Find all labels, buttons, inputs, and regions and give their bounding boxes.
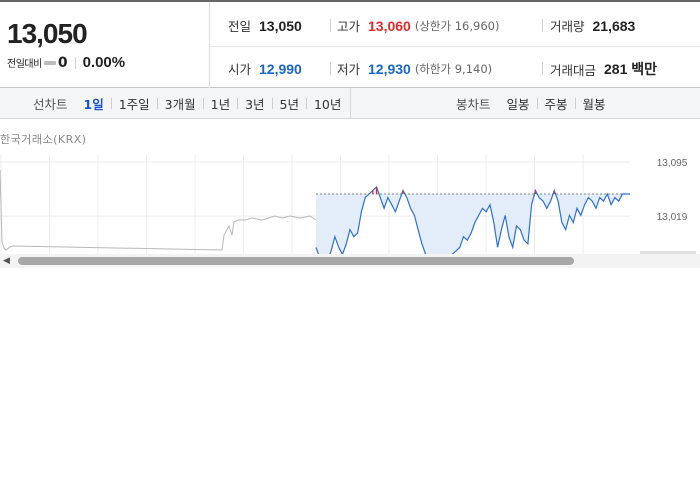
prev-close-label: 전일 — [228, 19, 252, 34]
divider — [74, 56, 76, 69]
quote-info-grid: 전일 13,050 고가 13,060 (상한가 16,960) 거래량 21,… — [210, 2, 700, 88]
open-label: 시가 — [228, 62, 252, 77]
price-chart-svg: 13,095 13,019 — [0, 155, 696, 254]
candle-chart-tab-3[interactable]: 월봉 — [579, 94, 610, 113]
change-percent: 0.00% — [82, 54, 126, 71]
line-chart-tab-2[interactable]: 1주일 — [115, 94, 154, 113]
line-chart-tab-1[interactable]: 1일 — [80, 94, 108, 113]
line-chart-tab-3[interactable]: 3개월 — [161, 94, 200, 113]
divider — [330, 62, 331, 75]
open-value: 12,990 — [259, 60, 302, 77]
tab-group-divider — [350, 88, 351, 118]
volume-value: 21,683 — [592, 17, 636, 34]
y-tick-label: 13,019 — [657, 212, 688, 223]
high-value: 13,060 — [368, 17, 411, 34]
change-amount: 0 — [57, 54, 68, 71]
upper-limit: (상한가 16,960) — [414, 18, 500, 33]
lower-limit: (하한가 9,140) — [414, 61, 493, 76]
y-tick-label: 13,095 — [657, 158, 688, 169]
price-chart: 13,095 13,019 — [0, 150, 700, 254]
tab-divider — [237, 97, 239, 109]
day-high: 고가 13,060 (상한가 16,960) — [337, 16, 499, 35]
line-chart-tab-5[interactable]: 3년 — [241, 94, 268, 113]
line-chart-tab-7[interactable]: 10년 — [310, 94, 345, 113]
prev-close: 전일 13,050 — [228, 16, 302, 35]
tab-divider — [536, 97, 538, 109]
candle-chart-tabs: 봉차트 일봉 주봉 월봉 — [456, 88, 610, 118]
chart-source: 한국거래소(KRX) — [0, 133, 87, 146]
trade-amount: 거래대금 281 백만 — [550, 59, 657, 79]
divider — [542, 62, 543, 75]
change-row: 전일대비 0 0.00% — [7, 54, 125, 71]
chart-tabs-bar: 선차트 1일 1주일 3개월 1년 3년 5년 10년 봉차트 일봉 주봉 월봉 — [0, 88, 700, 119]
chart-scrollbar[interactable]: ◀ — [0, 254, 700, 268]
tab-divider — [574, 97, 576, 109]
tab-divider — [110, 97, 112, 109]
tab-divider — [202, 97, 204, 109]
tab-divider — [305, 97, 307, 109]
pre-market-line — [0, 169, 317, 251]
flat-change-icon — [43, 60, 56, 65]
divider — [330, 19, 331, 32]
line-chart-label: 선차트 — [33, 96, 68, 112]
amount-label: 거래대금 — [550, 62, 597, 78]
row-divider — [210, 46, 700, 47]
volume: 거래량 21,683 — [550, 16, 635, 35]
tab-divider — [271, 97, 273, 109]
candle-chart-label: 봉차트 — [456, 96, 491, 112]
quote-header: 13,050 전일대비 0 0.00% 전일 13,050 고가 13,060 … — [0, 0, 700, 88]
high-label: 고가 — [337, 19, 361, 34]
day-low: 저가 12,930 (하한가 9,140) — [337, 59, 492, 78]
amount-value: 281 백만 — [604, 61, 658, 77]
change-label: 전일대비 — [7, 59, 42, 70]
scroll-left-icon[interactable]: ◀ — [3, 256, 10, 266]
volume-label: 거래량 — [550, 19, 585, 34]
open-price: 시가 12,990 — [228, 59, 302, 78]
price-box: 13,050 전일대비 0 0.00% — [0, 2, 210, 88]
divider — [542, 19, 543, 32]
line-chart-tabs: 선차트 1일 1주일 3개월 1년 3년 5년 10년 — [33, 88, 345, 118]
line-chart-tab-6[interactable]: 5년 — [276, 94, 303, 113]
tab-divider — [156, 97, 158, 109]
prev-close-value: 13,050 — [259, 17, 302, 34]
low-label: 저가 — [337, 62, 361, 77]
line-chart-tab-4[interactable]: 1년 — [207, 94, 234, 113]
candle-chart-tab-2[interactable]: 주봉 — [541, 94, 572, 113]
low-value: 12,930 — [368, 60, 411, 77]
current-price: 13,050 — [7, 18, 88, 49]
scroll-thumb[interactable] — [18, 257, 574, 265]
candle-chart-tab-1[interactable]: 일봉 — [503, 94, 534, 113]
